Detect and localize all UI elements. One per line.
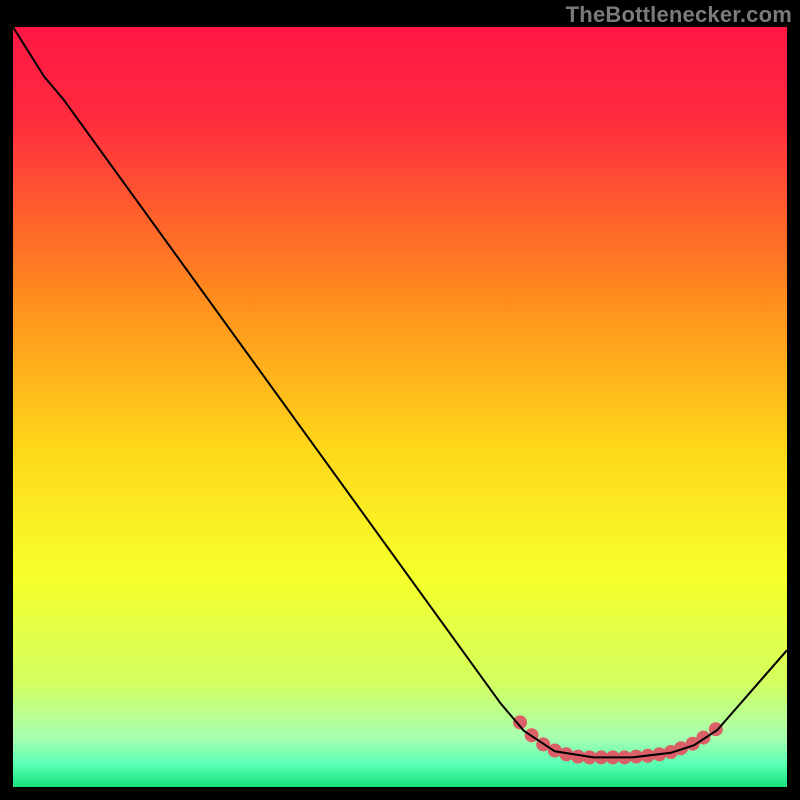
watermark-text: TheBottlenecker.com — [566, 2, 792, 28]
plot-background — [13, 27, 787, 787]
chart-frame: TheBottlenecker.com — [0, 0, 800, 800]
bottleneck-chart — [0, 0, 800, 800]
